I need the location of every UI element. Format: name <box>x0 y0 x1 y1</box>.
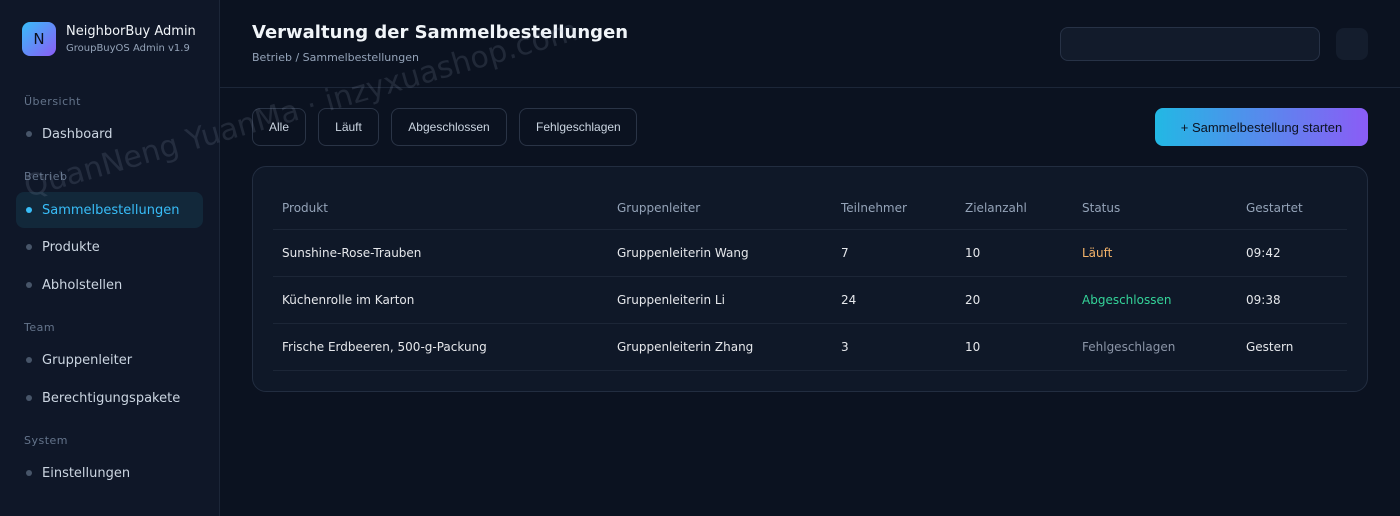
nav-dot-icon <box>26 207 32 213</box>
nav-section-label: System <box>24 434 69 447</box>
filter-fehlgeschlagen[interactable]: Fehlgeschlagen <box>519 108 637 146</box>
sidebar-item-gruppenleiter[interactable]: Gruppenleiter <box>16 342 203 378</box>
column-header: Status <box>1082 201 1121 215</box>
participants-cell: 24 <box>841 293 857 307</box>
sidebar-item-label: Abholstellen <box>42 277 123 293</box>
sidebar-item-label: Sammelbestellungen <box>42 202 180 218</box>
leader-cell: Gruppenleiterin Li <box>617 293 725 307</box>
filter-abgeschlossen[interactable]: Abgeschlossen <box>391 108 507 146</box>
sidebar-item-einstellungen[interactable]: Einstellungen <box>16 455 203 491</box>
filter-laeuft[interactable]: Läuft <box>318 108 379 146</box>
page-header: Verwaltung der Sammelbestellungen Betrie… <box>220 0 1400 88</box>
sidebar-item-berechtigungspakete[interactable]: Berechtigungspakete <box>16 380 203 416</box>
status-badge: Fehlgeschlagen <box>1082 340 1176 354</box>
brand: N NeighborBuy Admin GroupBuyOS Admin v1.… <box>22 22 196 56</box>
search-input[interactable] <box>1060 27 1320 61</box>
table-row[interactable]: Sunshine-Rose-Trauben Gruppenleiterin Wa… <box>273 230 1347 277</box>
sidebar-item-label: Dashboard <box>42 126 113 142</box>
breadcrumb: Betrieb / Sammelbestellungen <box>252 51 419 64</box>
nav-section-label: Übersicht <box>24 95 81 108</box>
product-cell: Sunshine-Rose-Trauben <box>282 246 422 260</box>
leader-cell: Gruppenleiterin Wang <box>617 246 749 260</box>
started-cell: 09:42 <box>1246 246 1281 260</box>
column-header: Gestartet <box>1246 201 1303 215</box>
nav-dot-icon <box>26 131 32 137</box>
product-cell: Frische Erdbeeren, 500-g-Packung <box>282 340 487 354</box>
started-cell: 09:38 <box>1246 293 1281 307</box>
sidebar-item-label: Einstellungen <box>42 465 131 481</box>
brand-logo: N <box>22 22 56 56</box>
nav-section-label: Betrieb <box>24 170 68 183</box>
column-header: Produkt <box>282 201 328 215</box>
started-cell: Gestern <box>1246 340 1294 354</box>
target-cell: 10 <box>965 246 981 260</box>
nav-dot-icon <box>26 470 32 476</box>
page-title: Verwaltung der Sammelbestellungen <box>252 22 629 43</box>
nav-dot-icon <box>26 357 32 363</box>
sidebar-item-dashboard[interactable]: Dashboard <box>16 116 203 152</box>
table-row[interactable]: Küchenrolle im Karton Gruppenleiterin Li… <box>273 277 1347 324</box>
status-badge: Läuft <box>1082 246 1113 260</box>
participants-cell: 3 <box>841 340 849 354</box>
table-row[interactable]: Frische Erdbeeren, 500-g-Packung Gruppen… <box>273 324 1347 371</box>
sidebar-item-label: Gruppenleiter <box>42 352 133 368</box>
target-cell: 10 <box>965 340 981 354</box>
sidebar-item-label: Berechtigungspakete <box>42 390 181 406</box>
brand-name: NeighborBuy Admin <box>66 23 196 39</box>
nav-section-label: Team <box>24 321 56 334</box>
header-action-icon[interactable] <box>1336 28 1368 60</box>
sidebar-item-produkte[interactable]: Produkte <box>16 229 203 265</box>
filter-alle[interactable]: Alle <box>252 108 306 146</box>
sidebar-item-sammelbestellungen[interactable]: Sammelbestellungen <box>16 192 203 228</box>
nav-dot-icon <box>26 395 32 401</box>
product-cell: Küchenrolle im Karton <box>282 293 415 307</box>
column-header: Teilnehmer <box>841 201 907 215</box>
target-cell: 20 <box>965 293 981 307</box>
leader-cell: Gruppenleiterin Zhang <box>617 340 754 354</box>
orders-card: Produkt Gruppenleiter Teilnehmer Zielanz… <box>252 166 1368 392</box>
nav-dot-icon <box>26 282 32 288</box>
sidebar-item-label: Produkte <box>42 239 100 255</box>
column-header: Zielanzahl <box>965 201 1027 215</box>
participants-cell: 7 <box>841 246 849 260</box>
brand-subtitle: GroupBuyOS Admin v1.9 <box>66 42 190 54</box>
nav-dot-icon <box>26 244 32 250</box>
column-header: Gruppenleiter <box>617 201 701 215</box>
sidebar-item-abholstellen[interactable]: Abholstellen <box>16 267 203 303</box>
status-badge: Abgeschlossen <box>1082 293 1172 307</box>
orders-table: Produkt Gruppenleiter Teilnehmer Zielanz… <box>273 187 1347 371</box>
sidebar: N NeighborBuy Admin GroupBuyOS Admin v1.… <box>0 0 220 516</box>
start-group-order-button[interactable]: + Sammelbestellung starten <box>1155 108 1368 146</box>
table-header-row: Produkt Gruppenleiter Teilnehmer Zielanz… <box>273 187 1347 230</box>
